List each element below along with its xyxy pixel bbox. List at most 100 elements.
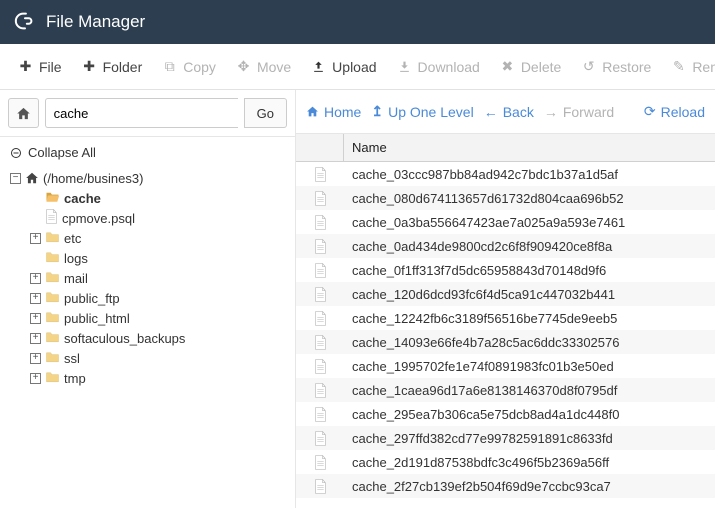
nav-forward-button: →Forward	[544, 104, 614, 120]
file-row[interactable]: cache_0f1ff313f7d5dc65958843d70148d9f6	[296, 258, 715, 282]
file-row[interactable]: cache_14093e66fe4b7a28c5ac6ddc33302576	[296, 330, 715, 354]
file-row[interactable]: cache_1caea96d17a6e8138146370d8f0795df	[296, 378, 715, 402]
folder-icon	[45, 331, 60, 346]
tree-item[interactable]: cpmove.psql	[6, 208, 289, 228]
up-icon: ↥	[371, 103, 383, 120]
file-row[interactable]: cache_2d191d87538bdfc3c496f5b2369a56ff	[296, 450, 715, 474]
tree-item[interactable]: + softaculous_backups	[6, 328, 289, 348]
new-folder-button[interactable]: ✚Folder	[74, 52, 151, 81]
sidebar: Go Collapse All − (/home/busines3) cache…	[0, 90, 296, 508]
file-row[interactable]: cache_0ad434de9800cd2c6f8f909420ce8f8a	[296, 234, 715, 258]
tree-item-label: etc	[64, 231, 81, 246]
file-name: cache_080d674113657d61732d804caa696b52	[344, 191, 624, 206]
copy-icon: ⧉	[162, 58, 177, 75]
new-file-button[interactable]: ✚File	[10, 52, 70, 81]
file-icon	[296, 191, 344, 206]
nav-back-button[interactable]: ←Back	[484, 104, 534, 120]
file-row[interactable]: cache_03ccc987bb84ad942c7bdc1b37a1d5af	[296, 162, 715, 186]
download-button: Download	[389, 53, 488, 81]
home-icon	[306, 105, 319, 118]
tree-item[interactable]: + etc	[6, 228, 289, 248]
grid-header: Name	[296, 134, 715, 162]
cpanel-logo-icon	[14, 10, 36, 35]
file-icon	[296, 407, 344, 422]
tree-root-label: (/home/busines3)	[43, 171, 143, 186]
tree-item[interactable]: cache	[6, 188, 289, 208]
path-bar: Go	[0, 90, 295, 137]
reload-icon: ⟳	[644, 103, 656, 120]
tree-item-label: mail	[64, 271, 88, 286]
expander-icon[interactable]: +	[30, 233, 41, 244]
path-input[interactable]	[45, 98, 238, 128]
tree-item[interactable]: + public_ftp	[6, 288, 289, 308]
folder-icon	[45, 231, 60, 246]
folder-icon	[45, 311, 60, 326]
plus-icon: ✚	[18, 58, 33, 75]
folder-icon	[45, 191, 60, 206]
nav-up-button[interactable]: ↥Up One Level	[371, 103, 473, 120]
tree-item-label: softaculous_backups	[64, 331, 185, 346]
tree-item[interactable]: + mail	[6, 268, 289, 288]
tree-item-label: tmp	[64, 371, 86, 386]
forward-icon: →	[544, 104, 558, 120]
file-row[interactable]: cache_120d6dcd93fc6f4d5ca91c447032b441	[296, 282, 715, 306]
file-icon	[296, 383, 344, 398]
tree-item[interactable]: +public_html	[6, 308, 289, 328]
main-area: Go Collapse All − (/home/busines3) cache…	[0, 90, 715, 508]
file-row[interactable]: cache_0a3ba556647423ae7a025a9a593e7461	[296, 210, 715, 234]
file-name: cache_0a3ba556647423ae7a025a9a593e7461	[344, 215, 625, 230]
grid-header-name-col[interactable]: Name	[344, 140, 387, 155]
tree-root[interactable]: − (/home/busines3)	[6, 168, 289, 188]
go-button[interactable]: Go	[244, 98, 287, 128]
home-icon	[25, 171, 39, 185]
nav-reload-button[interactable]: ⟳Reload	[644, 103, 705, 120]
tree-item[interactable]: + ssl	[6, 348, 289, 368]
home-button[interactable]	[8, 98, 39, 128]
grid-body: cache_03ccc987bb84ad942c7bdc1b37a1d5afca…	[296, 162, 715, 508]
file-name: cache_12242fb6c3189f56516be7745de9eeb5	[344, 311, 617, 326]
upload-button[interactable]: Upload	[303, 53, 384, 81]
file-name: cache_2d191d87538bdfc3c496f5b2369a56ff	[344, 455, 609, 470]
file-row[interactable]: cache_2f27cb139ef2b504f69d9e7ccbc93ca7	[296, 474, 715, 498]
file-icon	[296, 455, 344, 470]
tree-item[interactable]: logs	[6, 248, 289, 268]
file-row[interactable]: cache_297ffd382cd77e99782591891c8633fd	[296, 426, 715, 450]
plus-icon: ✚	[82, 58, 97, 75]
expander-icon[interactable]: +	[30, 373, 41, 384]
folder-icon	[45, 271, 60, 286]
file-name: cache_1caea96d17a6e8138146370d8f0795df	[344, 383, 617, 398]
expander-icon[interactable]: −	[10, 173, 21, 184]
file-name: cache_0ad434de9800cd2c6f8f909420ce8f8a	[344, 239, 612, 254]
grid-header-icon-col[interactable]	[296, 134, 344, 161]
file-row[interactable]: cache_080d674113657d61732d804caa696b52	[296, 186, 715, 210]
file-icon	[296, 335, 344, 350]
content-panel: Home ↥Up One Level ←Back →Forward ⟳Reloa…	[296, 90, 715, 508]
file-icon	[296, 479, 344, 494]
file-row[interactable]: cache_295ea7b306ca5e75dcb8ad4a1dc448f0	[296, 402, 715, 426]
delete-icon: ✖	[500, 58, 515, 75]
tree-item-label: ssl	[64, 351, 80, 366]
expander-icon[interactable]: +	[30, 293, 41, 304]
file-name: cache_120d6dcd93fc6f4d5ca91c447032b441	[344, 287, 615, 302]
file-name: cache_2f27cb139ef2b504f69d9e7ccbc93ca7	[344, 479, 611, 494]
file-name: cache_297ffd382cd77e99782591891c8633fd	[344, 431, 613, 446]
nav-home-button[interactable]: Home	[306, 104, 361, 120]
move-icon: ✥	[236, 58, 251, 75]
expander-icon[interactable]: +	[30, 333, 41, 344]
file-row[interactable]: cache_1995702fe1e74f0891983fc01b3e50ed	[296, 354, 715, 378]
file-name: cache_295ea7b306ca5e75dcb8ad4a1dc448f0	[344, 407, 619, 422]
file-row[interactable]: cache_12242fb6c3189f56516be7745de9eeb5	[296, 306, 715, 330]
file-icon	[296, 431, 344, 446]
expander-icon[interactable]: +	[30, 313, 41, 324]
expander-icon[interactable]: +	[30, 273, 41, 284]
file-icon	[296, 287, 344, 302]
collapse-all-button[interactable]: Collapse All	[0, 137, 295, 168]
tree-item[interactable]: + tmp	[6, 368, 289, 388]
nav-bar: Home ↥Up One Level ←Back →Forward ⟳Reloa…	[296, 90, 715, 134]
restore-button: ↺Restore	[573, 52, 659, 81]
home-icon	[16, 106, 31, 121]
file-icon	[296, 167, 344, 182]
expander-icon[interactable]: +	[30, 353, 41, 364]
file-name: cache_1995702fe1e74f0891983fc01b3e50ed	[344, 359, 614, 374]
tree-item-label: public_ftp	[64, 291, 120, 306]
